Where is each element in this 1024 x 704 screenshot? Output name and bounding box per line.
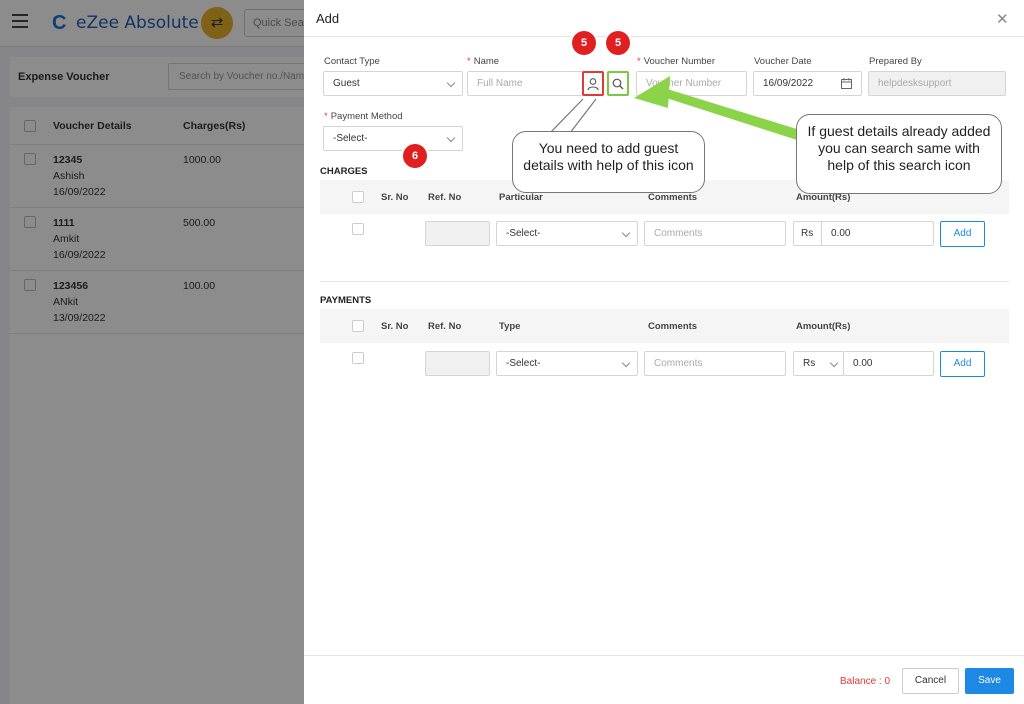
payment-currency-select[interactable]: Rs: [793, 351, 844, 376]
payments-select-all-checkbox[interactable]: [352, 320, 364, 332]
callout-add-guest: You need to add guest details with help …: [512, 131, 705, 193]
contact-type-value: Guest: [333, 78, 360, 89]
name-label: * Name: [467, 56, 499, 67]
payment-currency-value: Rs: [803, 358, 816, 369]
prepared-by-label: Prepared By: [869, 56, 922, 67]
name-label-text: Name: [473, 56, 500, 67]
step-badge-add-guest: 5: [572, 31, 596, 55]
calendar-icon[interactable]: [841, 78, 852, 89]
payment-method-value: -Select-: [333, 133, 368, 144]
payments-section-title: PAYMENTS: [320, 295, 372, 306]
charges-col-comments: Comments: [648, 192, 698, 203]
add-guest-button[interactable]: [582, 71, 604, 96]
prepared-by-field: helpdesksupport: [868, 71, 1006, 96]
search-icon: [612, 78, 624, 90]
charges-col-ref-no: Ref. No: [428, 192, 462, 203]
add-payment-button[interactable]: Add: [940, 351, 985, 377]
required-mark: *: [637, 56, 641, 67]
payment-type-select[interactable]: -Select-: [496, 351, 638, 376]
contact-type-label: Contact Type: [324, 56, 380, 67]
close-icon[interactable]: ✕: [996, 10, 1009, 28]
add-charge-button[interactable]: Add: [940, 221, 985, 247]
chevron-down-icon: [446, 78, 456, 88]
balance-text: Balance : 0: [840, 676, 891, 687]
callout-search-guest: If guest details already added you can s…: [796, 114, 1002, 194]
step-badge-search: 5: [606, 31, 630, 55]
charges-col-particular: Particular: [499, 192, 543, 203]
charges-col-sr-no: Sr. No: [381, 192, 409, 203]
charge-row-checkbox[interactable]: [352, 223, 364, 235]
payments-col-sr-no: Sr. No: [381, 321, 409, 332]
chevron-down-icon: [446, 133, 456, 143]
charge-particular-value: -Select-: [506, 228, 541, 239]
charge-amount-input[interactable]: 0.00: [821, 221, 934, 246]
voucher-date-value: 16/09/2022: [763, 78, 814, 89]
payments-table-header: Sr. No Ref. No Type Comments Amount(Rs): [320, 309, 1009, 343]
charge-particular-select[interactable]: -Select-: [496, 221, 638, 246]
payment-method-label-text: Payment Method: [330, 111, 403, 122]
payment-type-value: -Select-: [506, 358, 541, 369]
charge-currency: Rs: [793, 221, 822, 246]
save-button[interactable]: Save: [965, 668, 1014, 694]
required-mark: *: [467, 56, 471, 67]
voucher-date-label: Voucher Date: [754, 56, 812, 67]
payment-method-label: * Payment Method: [324, 111, 403, 122]
contact-type-select[interactable]: Guest: [323, 71, 463, 96]
step-badge-payment-method: 6: [403, 144, 427, 168]
voucher-date-input[interactable]: 16/09/2022: [753, 71, 862, 96]
payments-col-ref-no: Ref. No: [428, 321, 462, 332]
modal-header: Add ✕: [304, 0, 1024, 37]
payment-comments-input[interactable]: Comments: [644, 351, 786, 376]
chevron-down-icon: [829, 358, 839, 368]
payments-col-comments: Comments: [648, 321, 698, 332]
payments-col-type: Type: [499, 321, 521, 332]
voucher-number-label: * Voucher Number: [637, 56, 715, 67]
voucher-number-input[interactable]: Voucher Number: [636, 71, 747, 96]
voucher-number-label-text: Voucher Number: [643, 56, 715, 67]
charge-comments-input[interactable]: Comments: [644, 221, 786, 246]
chevron-down-icon: [621, 358, 631, 368]
payment-row-checkbox[interactable]: [352, 352, 364, 364]
charges-select-all-checkbox[interactable]: [352, 191, 364, 203]
section-divider: [320, 281, 1009, 282]
cancel-button[interactable]: Cancel: [902, 668, 959, 694]
charges-section-title: CHARGES: [320, 166, 368, 177]
payments-col-amount: Amount(Rs): [796, 321, 851, 332]
charge-ref-no-input[interactable]: [425, 221, 490, 246]
add-voucher-modal: Add ✕ Contact Type Guest * Name Full Name…: [304, 0, 1024, 704]
search-guest-button[interactable]: [607, 71, 629, 96]
full-name-input[interactable]: Full Name: [467, 71, 583, 96]
modal-title: Add: [316, 11, 340, 26]
user-icon: [587, 78, 599, 91]
payment-ref-no-input[interactable]: [425, 351, 490, 376]
chevron-down-icon: [621, 228, 631, 238]
modal-footer: Balance : 0 Cancel Save: [304, 655, 1024, 704]
payment-method-select[interactable]: -Select-: [323, 126, 463, 151]
payment-amount-input[interactable]: 0.00: [843, 351, 934, 376]
required-mark: *: [324, 111, 328, 122]
